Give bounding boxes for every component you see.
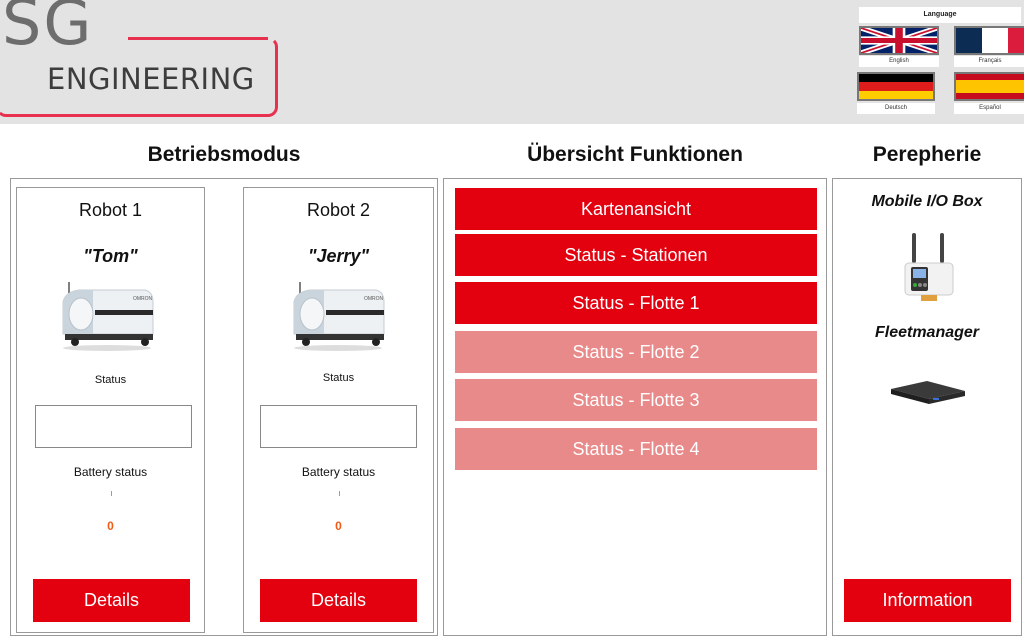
status-stationen-button[interactable]: Status - Stationen [455,234,817,276]
status-flotte-4-button[interactable]: Status - Flotte 4 [455,428,817,470]
battery-value: 0 [107,519,114,533]
france-flag-icon[interactable] [954,26,1024,55]
battery-indicator [110,491,112,496]
robot-image: OMRON [286,280,386,352]
information-button[interactable]: Information [844,579,1011,622]
robot-name: Robot 2 [306,200,371,220]
mobile-io-box-image [901,231,957,305]
battery-indicator [338,491,340,496]
mobile-io-box-title: Mobile I/O Box [871,193,983,210]
status-label: Status [94,374,127,386]
status-flotte-3-button[interactable]: Status - Flotte 3 [455,379,817,421]
svg-text:OMRON: OMRON [364,296,384,302]
battery-status-label: Battery status [301,465,376,479]
fleetmanager-server-image [887,377,969,407]
sg-engineering-logo: SG ENGINEERING [0,0,282,120]
perepherie-title: Perepherie [872,143,982,166]
status-flotte-2-button[interactable]: Status - Flotte 2 [455,331,817,373]
language-spanish-label[interactable]: Español [954,103,1024,114]
logo-engineering-text: ENGINEERING [47,62,255,96]
funktionen-panel: Kartenansicht Status - Stationen Status … [443,178,827,636]
robot-nickname: "Tom" [83,246,138,266]
robot-name: Robot 1 [78,200,143,220]
fleetmanager-title: Fleetmanager [874,324,980,341]
language-title: Language [859,7,1021,23]
battery-status-label: Battery status [73,465,148,479]
betriebsmodus-panel: Robot 1 "Tom" OMRON Status Battery statu… [10,178,438,636]
status-display [35,405,192,448]
status-flotte-1-button[interactable]: Status - Flotte 1 [455,282,817,324]
uk-flag-icon[interactable] [859,26,939,55]
germany-flag-icon[interactable] [857,72,935,101]
status-label: Status [322,372,355,384]
robot-1-details-button[interactable]: Details [33,579,190,622]
language-french-label[interactable]: Français [954,56,1024,67]
status-display [260,405,417,448]
battery-value: 0 [335,519,342,533]
kartenansicht-button[interactable]: Kartenansicht [455,188,817,230]
svg-text:OMRON: OMRON [133,296,153,302]
language-selector: Language English Français Deutsch Españo… [857,6,1024,118]
perepherie-panel: Mobile I/O Box Fleetmanager Information [832,178,1022,636]
robot-2-details-button[interactable]: Details [260,579,417,622]
funktionen-title: Übersicht Funktionen [527,143,743,166]
robot-image: OMRON [55,280,155,352]
robot-card-2: Robot 2 "Jerry" OMRON Status Battery sta… [243,187,434,633]
header: SG ENGINEERING Language English Français [0,0,1024,124]
language-german-label[interactable]: Deutsch [857,103,935,114]
betriebsmodus-title: Betriebsmodus [147,143,301,166]
robot-card-1: Robot 1 "Tom" OMRON Status Battery statu… [16,187,205,633]
language-english-label[interactable]: English [859,56,939,67]
spain-flag-icon[interactable] [954,72,1024,101]
robot-nickname: "Jerry" [307,246,370,266]
